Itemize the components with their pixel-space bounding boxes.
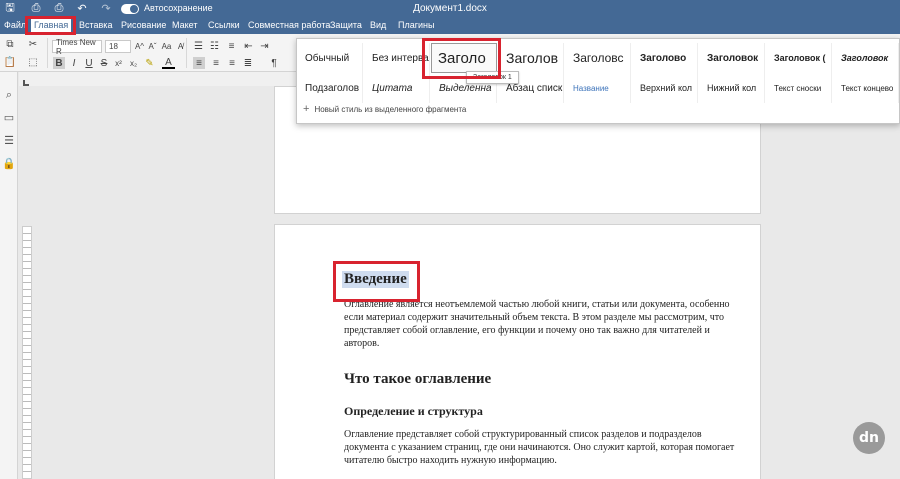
- watermark-logo: dn: [853, 422, 885, 454]
- format-painter-icon[interactable]: ⬚: [27, 56, 39, 68]
- new-style-label: Новый стиль из выделенного фрагмента: [314, 104, 467, 114]
- plus-icon: +: [303, 103, 310, 115]
- style-subtitle[interactable]: Подзаголов: [297, 73, 363, 103]
- style-endnote-text[interactable]: Текст концево: [833, 73, 899, 103]
- toolbar-divider: [186, 38, 187, 68]
- style-footer[interactable]: Нижний кол: [699, 73, 765, 103]
- strikethrough-button[interactable]: S: [98, 57, 110, 69]
- style-header[interactable]: Верхний кол: [632, 73, 698, 103]
- multilevel-list-icon[interactable]: ≡: [225, 40, 238, 52]
- paragraph-mark-button[interactable]: ¶: [268, 57, 280, 69]
- align-right-icon[interactable]: ≡: [226, 57, 238, 69]
- style-footnote-text[interactable]: Текст сноски: [766, 73, 832, 103]
- tab-view[interactable]: Вид: [367, 17, 389, 34]
- superscript-button[interactable]: x²: [112, 57, 125, 69]
- tab-plugins[interactable]: Плагины: [395, 17, 437, 34]
- style-quote[interactable]: Цитата: [364, 73, 430, 103]
- heading-3-text[interactable]: Определение и структура: [344, 404, 483, 419]
- align-justify-icon[interactable]: ≣: [242, 57, 254, 69]
- tab-protection[interactable]: Защита: [327, 17, 365, 34]
- style-heading-2[interactable]: Заголов: [498, 43, 564, 73]
- numbered-list-icon[interactable]: ☷: [208, 40, 221, 52]
- tab-collaboration[interactable]: Совместная работа: [245, 17, 333, 34]
- vertical-ruler[interactable]: [22, 226, 32, 479]
- copy-icon[interactable]: ⧉: [4, 38, 16, 50]
- lock-icon[interactable]: 🔒: [2, 156, 16, 170]
- align-left-icon[interactable]: ≡: [193, 57, 205, 69]
- document-title: Документ1.docx: [413, 3, 487, 14]
- style-heading-6[interactable]: Заголовок (: [766, 43, 832, 73]
- align-center-icon[interactable]: ≡: [210, 57, 222, 69]
- underline-button[interactable]: U: [83, 57, 95, 69]
- bold-button[interactable]: B: [53, 57, 65, 69]
- left-sidebar: ⌕ ▭ ☰ 🔒: [0, 72, 18, 479]
- clear-format-button[interactable]: A̸: [175, 40, 186, 53]
- menu-bar: Файл Главная Вставка Рисование Макет Ссы…: [0, 17, 900, 34]
- toolbar-divider: [47, 38, 48, 68]
- body-paragraph[interactable]: Оглавление является неотъемлемой частью …: [344, 298, 739, 350]
- style-heading-7[interactable]: Заголовок: [833, 43, 899, 73]
- style-title[interactable]: Название: [565, 73, 631, 103]
- comments-icon[interactable]: ▭: [2, 110, 16, 124]
- subscript-button[interactable]: x₂: [127, 57, 140, 69]
- navigation-icon[interactable]: ☰: [2, 133, 16, 147]
- decrease-indent-icon[interactable]: ⇤: [242, 40, 255, 52]
- highlight-frame-home-tab: [25, 16, 76, 35]
- style-heading-4[interactable]: Заголово: [632, 43, 698, 73]
- body-paragraph[interactable]: Оглавление представляет собой структурир…: [344, 428, 739, 467]
- style-heading-3[interactable]: Заголовс: [565, 43, 631, 73]
- tab-layout[interactable]: Макет: [169, 17, 200, 34]
- style-heading-5[interactable]: Заголовок: [699, 43, 765, 73]
- tab-stop-icon[interactable]: [23, 80, 29, 86]
- italic-button[interactable]: I: [68, 57, 80, 69]
- cut-icon[interactable]: ✂: [27, 38, 39, 50]
- bullet-list-icon[interactable]: ☰: [192, 40, 205, 52]
- heading-2-text[interactable]: Что такое оглавление: [344, 371, 491, 388]
- font-size-select[interactable]: 18: [105, 40, 131, 53]
- grow-font-button[interactable]: A^: [134, 40, 145, 53]
- highlight-frame-heading-style: [422, 38, 501, 79]
- style-no-spacing[interactable]: Без интервал: [364, 43, 430, 73]
- title-bar: 🖫 ⎙ ⎙ ↶ ↷ Автосохранение Документ1.docx: [0, 0, 900, 17]
- styles-gallery-dropdown: Обычный Без интервал Заголо Заголов Заго…: [296, 38, 900, 124]
- tab-insert[interactable]: Вставка: [76, 17, 115, 34]
- style-normal[interactable]: Обычный: [297, 43, 363, 73]
- highlight-color-button[interactable]: ✎: [143, 57, 156, 69]
- shrink-font-button[interactable]: Aˇ: [147, 40, 158, 53]
- font-name-select[interactable]: Times New R: [52, 38, 102, 56]
- tab-draw[interactable]: Рисование: [118, 17, 169, 34]
- change-case-button[interactable]: Aa: [160, 40, 173, 53]
- increase-indent-icon[interactable]: ⇥: [258, 40, 271, 52]
- paste-icon[interactable]: 📋: [4, 56, 16, 68]
- highlight-frame-heading-text: [333, 261, 420, 302]
- tab-references[interactable]: Ссылки: [205, 17, 243, 34]
- new-style-from-selection[interactable]: + Новый стиль из выделенного фрагмента: [303, 103, 466, 115]
- search-icon[interactable]: ⌕: [2, 88, 16, 102]
- font-color-button[interactable]: A: [162, 57, 175, 69]
